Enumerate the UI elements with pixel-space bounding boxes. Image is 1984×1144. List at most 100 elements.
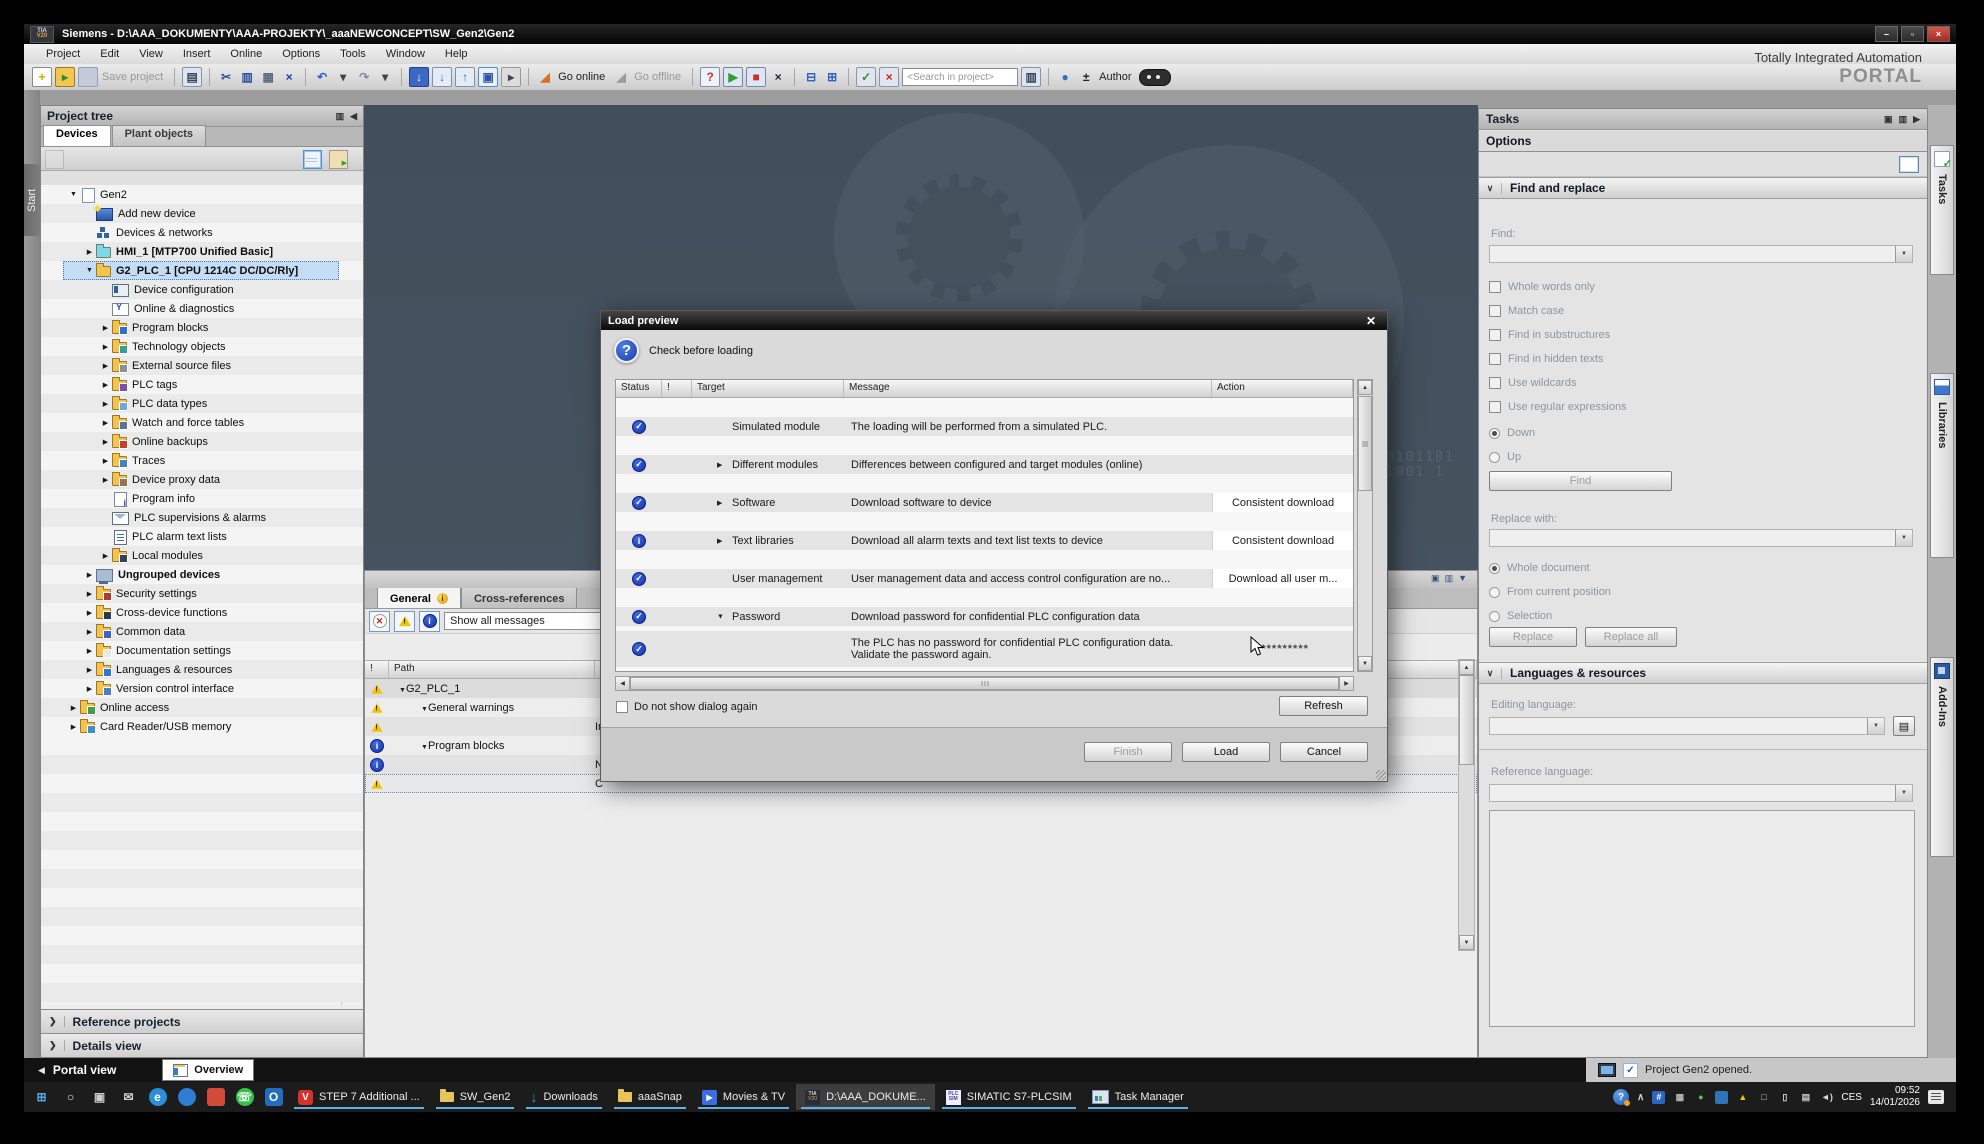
col-action[interactable]: Action xyxy=(1212,380,1353,397)
download-to-device-icon[interactable]: ↓ xyxy=(409,67,429,87)
refresh-button[interactable]: Refresh xyxy=(1279,696,1368,716)
taskbar-window-step-7-additional-[interactable]: VSTEP 7 Additional ... xyxy=(289,1084,429,1110)
user-dropdown-icon[interactable]: ± xyxy=(1077,68,1095,86)
save-project-label[interactable]: Save project xyxy=(102,71,163,83)
expander-right-icon[interactable]: ▶ xyxy=(99,419,112,427)
undo-dropdown-icon[interactable]: ▾ xyxy=(334,68,352,86)
expander-right-icon[interactable]: ▶ xyxy=(99,438,112,446)
taskbar-window-sw-gen2[interactable]: SW_Gen2 xyxy=(431,1084,520,1110)
dialog-close-icon[interactable]: ✕ xyxy=(1362,314,1380,328)
option-match-case[interactable]: Match case xyxy=(1489,299,1917,323)
taskbar-window-downloads[interactable]: ↓Downloads xyxy=(521,1084,606,1110)
taskbar-app-edge[interactable]: e xyxy=(144,1084,171,1110)
tray-monitor-icon[interactable]: □ xyxy=(1757,1091,1770,1104)
tree-item-technology-objects[interactable]: ▶Technology objects xyxy=(41,337,363,356)
expander-right-icon[interactable]: ▶ xyxy=(83,685,96,693)
find-replace-section-header[interactable]: ∨ Find and replace xyxy=(1479,177,1927,199)
taskbar-app-task-view[interactable]: ▣ xyxy=(86,1084,113,1110)
collapse-panel-icon[interactable]: ▶ xyxy=(1913,114,1920,125)
tree-item-add-new-device[interactable]: Add new device xyxy=(41,204,363,223)
option-whole-words-only[interactable]: Whole words only xyxy=(1489,275,1917,299)
col-target[interactable]: Target xyxy=(692,380,844,397)
close-button[interactable]: × xyxy=(1927,26,1950,42)
find-button[interactable]: Find xyxy=(1489,471,1672,491)
tree-item-common-data[interactable]: ▶Common data xyxy=(41,622,363,641)
option-use-wildcards[interactable]: Use wildcards xyxy=(1489,371,1917,395)
load-button[interactable]: Load xyxy=(1182,742,1270,762)
filter-info-button[interactable]: i xyxy=(419,611,440,632)
tray-grid-icon[interactable]: ▦ xyxy=(1673,1091,1686,1104)
tree-item-devices-networks[interactable]: Devices & networks xyxy=(41,223,363,242)
cross-references-x-icon[interactable]: × xyxy=(769,68,787,86)
finish-button[interactable]: Finish xyxy=(1084,742,1172,762)
scroll-thumb[interactable] xyxy=(630,677,1339,690)
portal-view-button[interactable]: Portal view xyxy=(53,1063,116,1077)
diagnostics-icon[interactable]: ? xyxy=(700,67,720,87)
tree-item-program-info[interactable]: Program info xyxy=(41,489,363,508)
taskbar-app-whatsapp[interactable]: ☏ xyxy=(231,1084,258,1110)
taskbar-window-simatic-s7-plcsim[interactable]: PLCSIMSIMATIC S7-PLCSIM xyxy=(937,1084,1081,1110)
expander-right-icon[interactable]: ▶ xyxy=(83,590,96,598)
expander-right-icon[interactable]: ▶ xyxy=(83,248,96,256)
side-tab-libraries[interactable]: Libraries xyxy=(1930,373,1954,558)
start-tab[interactable]: Start xyxy=(24,164,40,236)
search-in-project-input[interactable] xyxy=(902,68,1018,86)
radio[interactable] xyxy=(1489,587,1500,598)
col-message[interactable]: Message xyxy=(844,380,1212,397)
replace-all-button[interactable]: Replace all xyxy=(1585,627,1677,647)
menu-options[interactable]: Options xyxy=(272,45,330,63)
tray-phone-icon[interactable]: ▯ xyxy=(1778,1091,1791,1104)
tree-item-plc-supervisions-alarms[interactable]: PLC supervisions & alarms xyxy=(41,508,363,527)
expander-right-icon[interactable]: ▶ xyxy=(83,647,96,655)
load-row-password[interactable]: ✓▼PasswordDownload password for confiden… xyxy=(616,607,1353,626)
menu-view[interactable]: View xyxy=(129,45,173,63)
tray-clipboard-icon[interactable]: ▤ xyxy=(1799,1091,1812,1104)
checkbox[interactable] xyxy=(1489,329,1501,341)
scroll-left-icon[interactable]: ◀ xyxy=(615,676,630,691)
taskbar-app-outlook[interactable]: O xyxy=(260,1084,287,1110)
resize-grip[interactable] xyxy=(1376,770,1386,780)
tree-item-languages-resources[interactable]: ▶Languages & resources xyxy=(41,660,363,679)
reference-projects-bar[interactable]: ❯ Reference projects xyxy=(41,1009,363,1033)
keep-layout-icon[interactable]: ✓ xyxy=(856,67,876,87)
expander-right-icon[interactable]: ▶ xyxy=(67,723,80,731)
expander-right-icon[interactable]: ▶ xyxy=(83,609,96,617)
tray-user-green-icon[interactable]: ● xyxy=(1694,1091,1707,1104)
details-view-icon[interactable] xyxy=(303,150,322,169)
tree-item-local-modules[interactable]: ▶Local modules xyxy=(41,546,363,565)
add-device-toolbar-icon[interactable] xyxy=(45,150,64,169)
expander-right-icon[interactable]: ▶ xyxy=(67,704,80,712)
upload-to-device-icon[interactable]: ↑ xyxy=(455,67,475,87)
tree-item-external-source-files[interactable]: ▶External source files xyxy=(41,356,363,375)
dock-panel-icon[interactable]: ▥ xyxy=(1899,114,1908,125)
scroll-thumb[interactable] xyxy=(1459,675,1474,765)
go-online-plug-icon[interactable]: ◢ xyxy=(536,68,554,86)
scope-from-current-position[interactable]: From current position xyxy=(1489,580,1917,604)
load-from-device-icon[interactable]: ↓ xyxy=(432,67,452,87)
tab-devices[interactable]: Devices xyxy=(43,125,111,146)
load-row-software[interactable]: ✓▶SoftwareDownload software to deviceCon… xyxy=(616,493,1353,512)
load-row-simulated-module[interactable]: ✓Simulated moduleThe loading will be per… xyxy=(616,417,1353,436)
tree-item-security-settings[interactable]: ▶Security settings xyxy=(41,584,363,603)
help-icon[interactable]: ? xyxy=(1613,1089,1629,1105)
tree-item-plc-alarm-text-lists[interactable]: PLC alarm text lists xyxy=(41,527,363,546)
expander-right-icon[interactable]: ▶ xyxy=(83,628,96,636)
taskbar-window-movies-tv[interactable]: ▶Movies & TV xyxy=(693,1084,794,1110)
reference-language-dropdown[interactable]: ▼ xyxy=(1489,784,1913,802)
scroll-down-icon[interactable]: ▼ xyxy=(1358,656,1372,671)
author-label[interactable]: Author xyxy=(1099,71,1131,83)
cut-icon[interactable]: ✂ xyxy=(217,68,235,86)
tray-volume-icon[interactable]: ◄) xyxy=(1820,1091,1833,1104)
dialog-title-bar[interactable]: Load preview ✕ xyxy=(601,311,1387,330)
assistant-robot-icon[interactable] xyxy=(1139,69,1171,86)
scroll-up-icon[interactable]: ▲ xyxy=(1358,380,1372,395)
menu-insert[interactable]: Insert xyxy=(173,45,221,63)
taskbar-app-app-blue[interactable] xyxy=(173,1084,200,1110)
tree-item-online-diagnostics[interactable]: Online & diagnostics xyxy=(41,299,363,318)
expander-right-icon[interactable]: ▶ xyxy=(99,362,112,370)
menu-project[interactable]: Project xyxy=(36,45,90,63)
tray-chevron-icon[interactable]: ∧ xyxy=(1637,1092,1644,1103)
tree-item-documentation-settings[interactable]: ▶Documentation settings xyxy=(41,641,363,660)
dialog-horizontal-scrollbar[interactable]: ◀ ▶ xyxy=(615,676,1354,691)
user-icon[interactable]: ● xyxy=(1056,68,1074,86)
